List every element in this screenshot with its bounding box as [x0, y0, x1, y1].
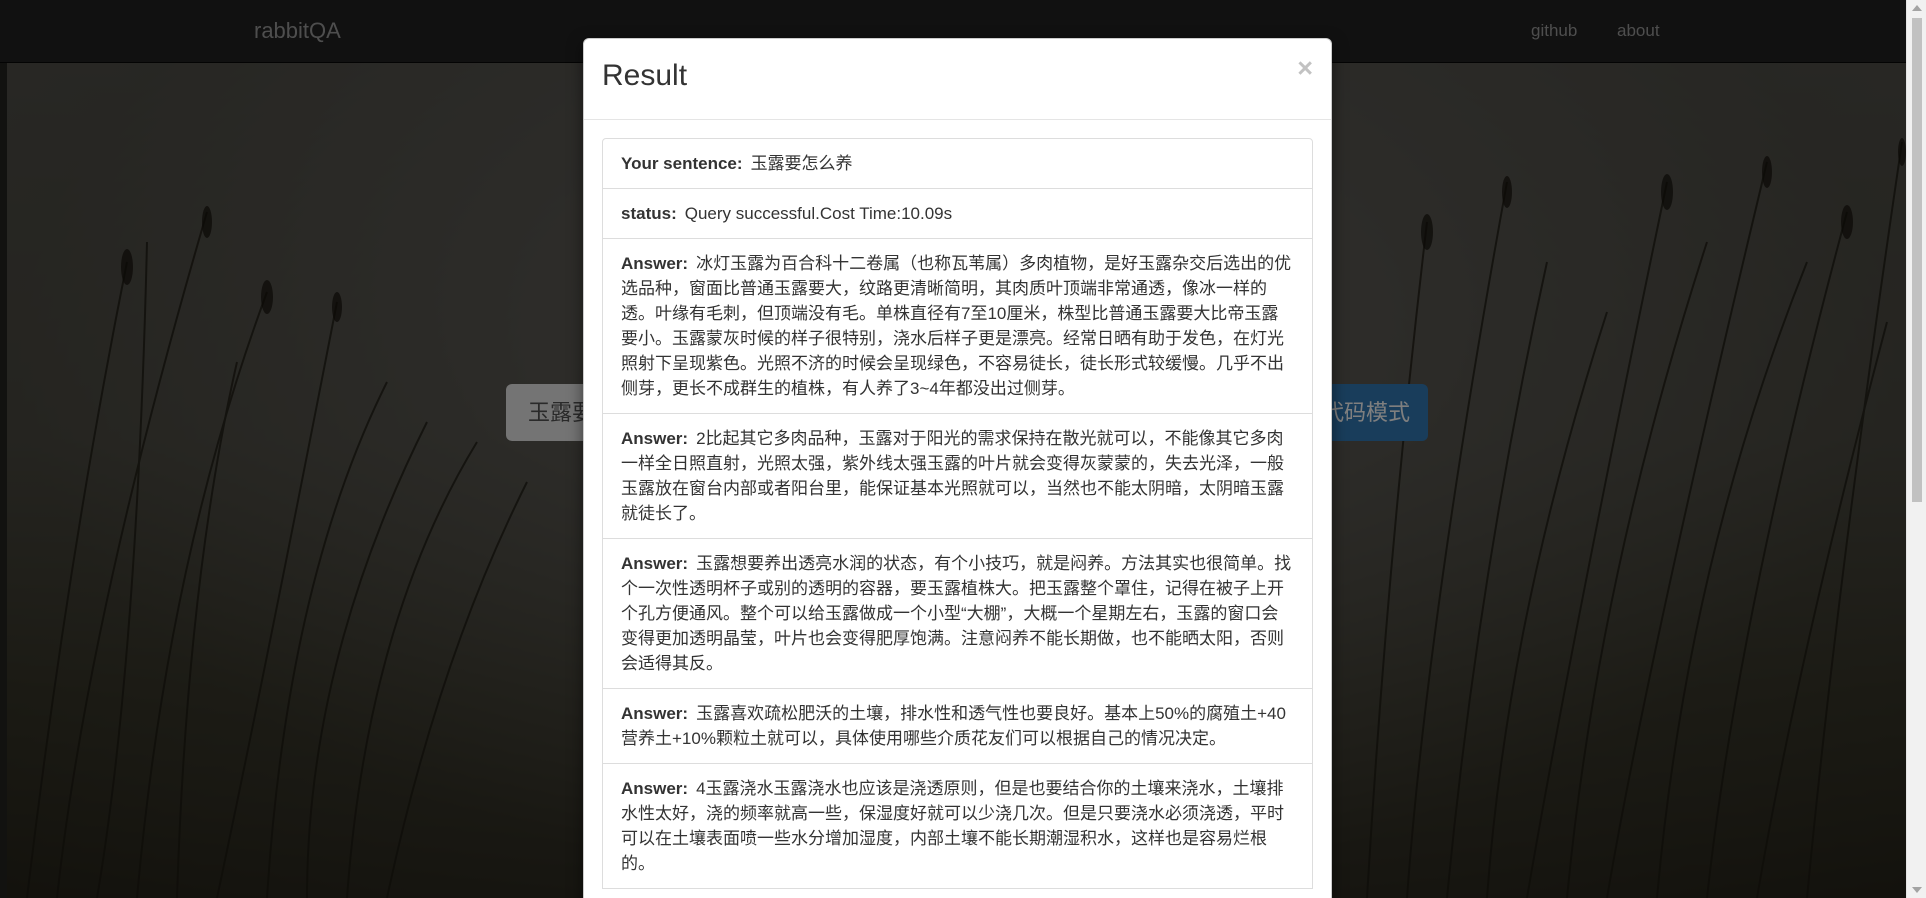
scroll-down-icon[interactable] [1912, 887, 1922, 893]
answer-label: Answer: [621, 779, 689, 798]
modal-body: Your sentence: 玉露要怎么养 status: Query succes… [584, 120, 1331, 889]
scroll-thumb[interactable] [1912, 18, 1922, 502]
answer-item: Answer: 冰灯玉露为百合科十二卷属（也称瓦苇属）多肉植物，是好玉露杂交后选出… [602, 238, 1313, 414]
answer-text: 玉露喜欢疏松肥沃的土壤，排水性和透气性也要良好。基本上50%的腐殖土+40营养土… [621, 704, 1286, 748]
answer-item: Answer: 玉露喜欢疏松肥沃的土壤，排水性和透气性也要良好。基本上50%的腐殖… [602, 688, 1313, 764]
scroll-up-icon[interactable] [1912, 5, 1922, 11]
answer-item: Answer: 玉露想要养出透亮水润的状态，有个小技巧，就是闷养。方法其实也很简单… [602, 538, 1313, 689]
status-item: status: Query successful.Cost Time:10.09s [602, 188, 1313, 239]
answer-label: Answer: [621, 704, 689, 723]
page-scrollbar[interactable] [1906, 0, 1926, 898]
answer-text: 玉露想要养出透亮水润的状态，有个小技巧，就是闷养。方法其实也很简单。找个一次性透… [621, 554, 1292, 673]
answer-item: Answer: 2比起其它多肉品种，玉露对于阳光的需求保持在散光就可以，不能像其它… [602, 413, 1313, 539]
answer-text: 冰灯玉露为百合科十二卷属（也称瓦苇属）多肉植物，是好玉露杂交后选出的优选品种，窗… [621, 254, 1292, 398]
answer-item: Answer: 4玉露浇水玉露浇水也应该是浇透原则，但是也要结合你的土壤来浇水，土… [602, 763, 1313, 889]
status-label: status: [621, 204, 677, 223]
result-modal: Result × Your sentence: 玉露要怎么养 status: Que… [583, 38, 1332, 898]
answer-label: Answer: [621, 554, 689, 573]
answer-label: Answer: [621, 429, 689, 448]
sentence-value: 玉露要怎么养 [750, 154, 853, 173]
result-list: Your sentence: 玉露要怎么养 status: Query succes… [602, 138, 1313, 889]
sentence-item: Your sentence: 玉露要怎么养 [602, 138, 1313, 189]
modal-header: Result × [584, 39, 1331, 120]
status-value: Query successful.Cost Time:10.09s [684, 204, 953, 223]
answer-text: 2比起其它多肉品种，玉露对于阳光的需求保持在散光就可以，不能像其它多肉一样全日照… [621, 429, 1284, 523]
sentence-label: Your sentence: [621, 154, 743, 173]
answer-text: 4玉露浇水玉露浇水也应该是浇透原则，但是也要结合你的土壤来浇水，土壤排水性太好，… [621, 779, 1284, 873]
close-icon[interactable]: × [1297, 53, 1313, 84]
answer-label: Answer: [621, 254, 689, 273]
modal-title: Result [602, 59, 688, 92]
